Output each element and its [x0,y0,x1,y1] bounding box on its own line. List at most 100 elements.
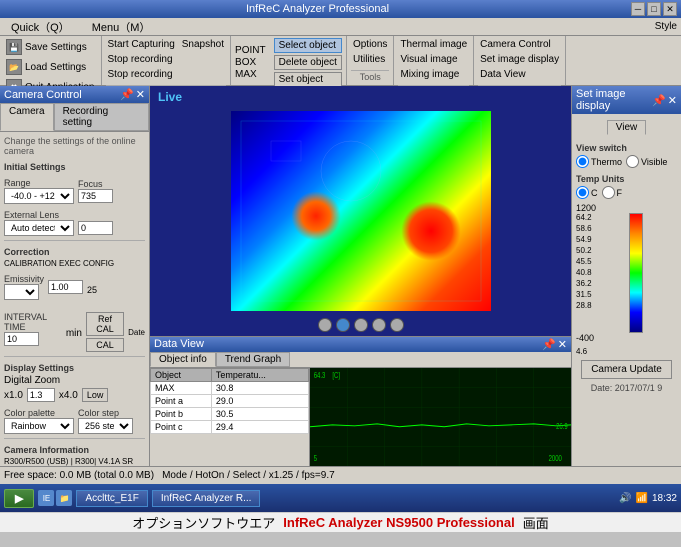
stop-recording-button2[interactable]: Stop recording [106,68,227,81]
toolbar-view-group: Thermal image Visual image Mixing image … [394,36,474,85]
menu-item-quick[interactable]: Quick（Q） [4,17,77,37]
taskbar: ▶ IE 📁 Acclttc_E1F InfReC Analyzer R... … [0,484,681,512]
range-focus-row: Range -40.0 - +120.0 Focus [4,174,145,204]
data-close-icon[interactable]: ✕ [558,338,567,351]
style-label: Style [655,21,677,32]
ref-cal-button[interactable]: Ref CAL [86,312,124,336]
obj-temp-1: 30.8 [211,382,308,395]
bottom-highlight: InfReC Analyzer NS9500 Professional [283,515,514,530]
thermal-image-button[interactable]: Thermal image [398,38,469,51]
cal-button[interactable]: CAL [86,338,124,352]
taskbar-icon-2: 📁 [56,490,72,506]
max-label: MAX [235,69,266,80]
ctrl-btn-4[interactable] [372,318,386,332]
zoom-controls-row: x1.0 x4.0 Low [4,388,145,402]
panel-pin-icon[interactable]: 📌 [120,88,134,101]
set-image-display-button[interactable]: Set image display [478,53,561,66]
live-view: Live [150,86,571,336]
load-settings-button[interactable]: 📂 Load Settings [4,58,97,76]
celsius-radio[interactable] [576,186,589,199]
taskbar-infrec-button[interactable]: InfReC Analyzer R... [152,490,261,507]
camera-tab[interactable]: Camera [0,103,54,131]
memory-status: Free space: 0.0 MB (total 0.0 MB) [4,470,154,481]
step-select[interactable]: 256 step [78,418,133,434]
visible-radio[interactable] [626,155,639,168]
obj-temp-2: 29.0 [211,395,308,408]
thermo-radio[interactable] [576,155,589,168]
emissivity-row: Emissivity 25 [4,270,145,300]
visible-radio-row: Visible [626,155,667,168]
right-pin-icon[interactable]: 📌 [652,94,666,107]
data-view-controls[interactable]: 📌 ✕ [542,338,567,351]
minimize-button[interactable]: ─ [631,2,645,16]
options-button[interactable]: Options [351,38,389,51]
window-controls[interactable]: ─ □ ✕ [631,2,677,16]
emissivity-select[interactable] [4,284,39,300]
view-tab[interactable]: View [607,120,647,135]
select-object-button[interactable]: Select object [274,38,342,53]
live-controls [318,318,404,332]
restore-button[interactable]: □ [647,2,661,16]
clock: 18:32 [652,493,677,504]
date-placeholder: Date [128,318,145,337]
save-settings-button[interactable]: 💾 Save Settings [4,38,97,56]
zoom-row: Digital Zoom [4,375,145,386]
interval-input[interactable] [4,332,39,346]
data-content: Object Temperatu... MAX 30.8 Point a [150,368,571,466]
lens-select[interactable]: Auto detect [4,220,74,236]
set-object-button[interactable]: Set object [274,72,342,87]
emissivity-input[interactable] [48,280,83,294]
status-bar: Free space: 0.0 MB (total 0.0 MB) Mode /… [0,466,681,484]
obj-temp-3: 30.5 [211,408,308,421]
start-capturing-button[interactable]: Start Capturing Snapshot [106,38,227,51]
data-view-button[interactable]: Data View [478,68,561,81]
set-image-display-panel: Set image display 📌 ✕ View View switch T… [571,86,681,466]
fahrenheit-radio[interactable] [602,186,615,199]
delete-object-button[interactable]: Delete object [274,55,342,70]
thermal-image [231,111,491,311]
focus-input[interactable] [78,189,113,203]
temp-units-radio-group: C F [576,186,677,199]
ctrl-btn-2[interactable] [336,318,350,332]
ctrl-btn-3[interactable] [354,318,368,332]
visual-image-button[interactable]: Visual image [398,53,469,66]
color-scale-bar [629,213,643,333]
tools-group-label: Tools [351,70,389,82]
obj-name-1: MAX [151,382,212,395]
stop-recording-button[interactable]: Stop recording [106,53,227,66]
amb-value: 25 [87,285,97,295]
scale-bottom-val: 4.6 [576,347,677,356]
celsius-label: C [591,188,598,198]
palette-select[interactable]: Rainbow [4,418,74,434]
menu-item-menu[interactable]: Menu（M） [85,17,158,37]
start-button[interactable]: ▶ [4,489,34,508]
utilities-button[interactable]: Utilities [351,53,389,66]
right-panel-controls[interactable]: 📌 ✕ [652,94,677,107]
object-info-tab[interactable]: Object info [150,352,216,367]
step-label: Color step [78,408,133,418]
svg-text:64.3: 64.3 [314,372,326,380]
trend-graph-tab[interactable]: Trend Graph [216,352,290,367]
camera-update-button[interactable]: Camera Update [581,360,672,379]
panel-close-icon[interactable]: ✕ [136,88,145,101]
calibration-label: CALIBRATION EXEC CONFIG [4,259,145,268]
mixing-image-button[interactable]: Mixing image [398,68,469,81]
panel-controls[interactable]: 📌 ✕ [120,88,145,101]
date-label: Date: 2017/07/1 9 [576,383,677,393]
range-select[interactable]: -40.0 - +120.0 [4,188,74,204]
taskbar-acclttc-button[interactable]: Acclttc_E1F [76,490,147,507]
low-button[interactable]: Low [82,388,109,402]
external-lens-input[interactable] [78,221,113,235]
scale-val-2: 54.9 [576,235,592,244]
zoom-input[interactable] [27,388,55,402]
camera-control-button[interactable]: Camera Control [478,38,561,51]
ctrl-btn-5[interactable] [390,318,404,332]
right-close-icon[interactable]: ✕ [668,94,677,107]
ctrl-btn-1[interactable] [318,318,332,332]
view-switch-label: View switch [576,143,677,153]
data-pin-icon[interactable]: 📌 [542,338,556,351]
toolbar: 💾 Save Settings 📂 Load Settings ✖ Quit A… [0,36,681,86]
recording-setting-tab[interactable]: Recording setting [54,103,149,131]
close-button[interactable]: ✕ [663,2,677,16]
scale-val-6: 36.2 [576,279,592,288]
